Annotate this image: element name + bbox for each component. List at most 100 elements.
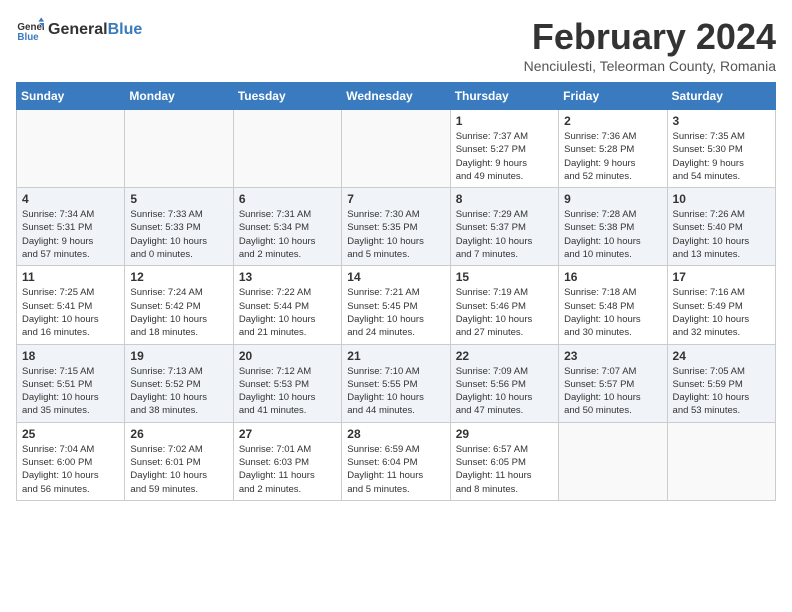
calendar-cell: 24Sunrise: 7:05 AMSunset: 5:59 PMDayligh… — [667, 344, 775, 422]
weekday-header-sunday: Sunday — [17, 83, 125, 110]
calendar-cell: 2 Sunrise: 7:36 AMSunset: 5:28 PMDaylight… — [559, 110, 667, 188]
calendar-cell: 1Sunrise: 7:37 AMSunset: 5:27 PMDaylight… — [450, 110, 558, 188]
calendar-cell: 6 Sunrise: 7:31 AMSunset: 5:34 PMDaylight… — [233, 188, 341, 266]
day-info: Sunrise: 7:33 AMSunset: 5:33 PMDaylight:… — [130, 208, 227, 261]
day-info: Sunrise: 7:09 AMSunset: 5:56 PMDaylight:… — [456, 365, 553, 418]
day-info: Sunrise: 7:31 AMSunset: 5:34 PMDaylight:… — [239, 208, 336, 261]
day-info: Sunrise: 7:07 AMSunset: 5:57 PMDaylight:… — [564, 365, 661, 418]
calendar-cell: 29 Sunrise: 6:57 AMSunset: 6:05 PMDayligh… — [450, 422, 558, 500]
day-number: 11 — [22, 270, 119, 284]
day-number: 8 — [456, 192, 553, 206]
day-info: Sunrise: 7:18 AMSunset: 5:48 PMDaylight:… — [564, 286, 661, 339]
day-number: 16 — [564, 270, 661, 284]
day-number: 17 — [673, 270, 770, 284]
calendar-cell: 23 Sunrise: 7:07 AMSunset: 5:57 PMDayligh… — [559, 344, 667, 422]
day-number: 12 — [130, 270, 227, 284]
calendar-cell: 10 Sunrise: 7:26 AMSunset: 5:40 PMDayligh… — [667, 188, 775, 266]
day-info: Sunrise: 7:19 AMSunset: 5:46 PMDaylight:… — [456, 286, 553, 339]
calendar-cell — [667, 422, 775, 500]
weekday-header-saturday: Saturday — [667, 83, 775, 110]
calendar-cell — [17, 110, 125, 188]
day-info: Sunrise: 7:13 AMSunset: 5:52 PMDaylight:… — [130, 365, 227, 418]
day-info: Sunrise: 7:26 AMSunset: 5:40 PMDaylight:… — [673, 208, 770, 261]
day-info: Sunrise: 7:01 AMSunset: 6:03 PMDaylight:… — [239, 443, 336, 496]
calendar-cell — [125, 110, 233, 188]
calendar-week-row: 25 Sunrise: 7:04 AMSunset: 6:00 PMDayligh… — [17, 422, 776, 500]
day-number: 29 — [456, 427, 553, 441]
day-info: Sunrise: 7:12 AMSunset: 5:53 PMDaylight:… — [239, 365, 336, 418]
day-info: Sunrise: 7:36 AMSunset: 5:28 PMDaylight:… — [564, 130, 661, 183]
day-number: 18 — [22, 349, 119, 363]
calendar-cell: 4 Sunrise: 7:34 AMSunset: 5:31 PMDaylight… — [17, 188, 125, 266]
calendar-cell — [233, 110, 341, 188]
calendar-week-row: 4 Sunrise: 7:34 AMSunset: 5:31 PMDaylight… — [17, 188, 776, 266]
calendar-cell: 26Sunrise: 7:02 AMSunset: 6:01 PMDayligh… — [125, 422, 233, 500]
day-info: Sunrise: 7:34 AMSunset: 5:31 PMDaylight:… — [22, 208, 119, 261]
day-info: Sunrise: 7:04 AMSunset: 6:00 PMDaylight:… — [22, 443, 119, 496]
weekday-header-tuesday: Tuesday — [233, 83, 341, 110]
day-info: Sunrise: 7:16 AMSunset: 5:49 PMDaylight:… — [673, 286, 770, 339]
calendar-cell: 12Sunrise: 7:24 AMSunset: 5:42 PMDayligh… — [125, 266, 233, 344]
calendar-subtitle: Nenciulesti, Teleorman County, Romania — [524, 58, 776, 74]
day-info: Sunrise: 6:57 AMSunset: 6:05 PMDaylight:… — [456, 443, 553, 496]
calendar-cell: 8 Sunrise: 7:29 AMSunset: 5:37 PMDaylight… — [450, 188, 558, 266]
calendar-cell: 22 Sunrise: 7:09 AMSunset: 5:56 PMDayligh… — [450, 344, 558, 422]
day-info: Sunrise: 7:25 AMSunset: 5:41 PMDaylight:… — [22, 286, 119, 339]
day-number: 9 — [564, 192, 661, 206]
day-number: 2 — [564, 114, 661, 128]
day-number: 20 — [239, 349, 336, 363]
day-number: 14 — [347, 270, 444, 284]
day-number: 10 — [673, 192, 770, 206]
weekday-header-thursday: Thursday — [450, 83, 558, 110]
calendar-cell: 5 Sunrise: 7:33 AMSunset: 5:33 PMDaylight… — [125, 188, 233, 266]
calendar-cell: 7Sunrise: 7:30 AMSunset: 5:35 PMDaylight… — [342, 188, 450, 266]
day-number: 27 — [239, 427, 336, 441]
calendar-cell: 9 Sunrise: 7:28 AMSunset: 5:38 PMDaylight… — [559, 188, 667, 266]
day-number: 4 — [22, 192, 119, 206]
weekday-header-wednesday: Wednesday — [342, 83, 450, 110]
calendar-cell: 14 Sunrise: 7:21 AMSunset: 5:45 PMDayligh… — [342, 266, 450, 344]
calendar-cell: 25 Sunrise: 7:04 AMSunset: 6:00 PMDayligh… — [17, 422, 125, 500]
calendar-cell: 28 Sunrise: 6:59 AMSunset: 6:04 PMDayligh… — [342, 422, 450, 500]
calendar-cell: 21 Sunrise: 7:10 AMSunset: 5:55 PMDayligh… — [342, 344, 450, 422]
calendar-week-row: 1Sunrise: 7:37 AMSunset: 5:27 PMDaylight… — [17, 110, 776, 188]
calendar-week-row: 11 Sunrise: 7:25 AMSunset: 5:41 PMDayligh… — [17, 266, 776, 344]
day-number: 3 — [673, 114, 770, 128]
calendar-cell — [559, 422, 667, 500]
header: General Blue GeneralBlue February 2024 N… — [16, 16, 776, 74]
svg-text:Blue: Blue — [17, 32, 39, 43]
day-number: 22 — [456, 349, 553, 363]
calendar-cell: 11 Sunrise: 7:25 AMSunset: 5:41 PMDayligh… — [17, 266, 125, 344]
logo: General Blue GeneralBlue — [16, 16, 142, 44]
logo-general: General — [48, 21, 108, 38]
weekday-header-friday: Friday — [559, 83, 667, 110]
day-number: 15 — [456, 270, 553, 284]
day-info: Sunrise: 7:10 AMSunset: 5:55 PMDaylight:… — [347, 365, 444, 418]
day-number: 5 — [130, 192, 227, 206]
day-info: Sunrise: 7:30 AMSunset: 5:35 PMDaylight:… — [347, 208, 444, 261]
day-info: Sunrise: 6:59 AMSunset: 6:04 PMDaylight:… — [347, 443, 444, 496]
calendar-cell — [342, 110, 450, 188]
day-number: 6 — [239, 192, 336, 206]
logo-icon: General Blue — [16, 16, 44, 44]
day-number: 13 — [239, 270, 336, 284]
calendar-week-row: 18Sunrise: 7:15 AMSunset: 5:51 PMDayligh… — [17, 344, 776, 422]
day-number: 21 — [347, 349, 444, 363]
logo-blue: Blue — [108, 21, 143, 38]
day-info: Sunrise: 7:35 AMSunset: 5:30 PMDaylight:… — [673, 130, 770, 183]
day-number: 19 — [130, 349, 227, 363]
weekday-header-monday: Monday — [125, 83, 233, 110]
title-area: February 2024 Nenciulesti, Teleorman Cou… — [524, 16, 776, 74]
day-info: Sunrise: 7:37 AMSunset: 5:27 PMDaylight:… — [456, 130, 553, 183]
calendar-cell: 3 Sunrise: 7:35 AMSunset: 5:30 PMDaylight… — [667, 110, 775, 188]
day-number: 25 — [22, 427, 119, 441]
day-number: 23 — [564, 349, 661, 363]
calendar-cell: 20 Sunrise: 7:12 AMSunset: 5:53 PMDayligh… — [233, 344, 341, 422]
calendar-cell: 15 Sunrise: 7:19 AMSunset: 5:46 PMDayligh… — [450, 266, 558, 344]
day-info: Sunrise: 7:21 AMSunset: 5:45 PMDaylight:… — [347, 286, 444, 339]
day-number: 28 — [347, 427, 444, 441]
day-info: Sunrise: 7:28 AMSunset: 5:38 PMDaylight:… — [564, 208, 661, 261]
calendar-cell: 13Sunrise: 7:22 AMSunset: 5:44 PMDayligh… — [233, 266, 341, 344]
day-info: Sunrise: 7:29 AMSunset: 5:37 PMDaylight:… — [456, 208, 553, 261]
calendar-table: SundayMondayTuesdayWednesdayThursdayFrid… — [16, 82, 776, 501]
